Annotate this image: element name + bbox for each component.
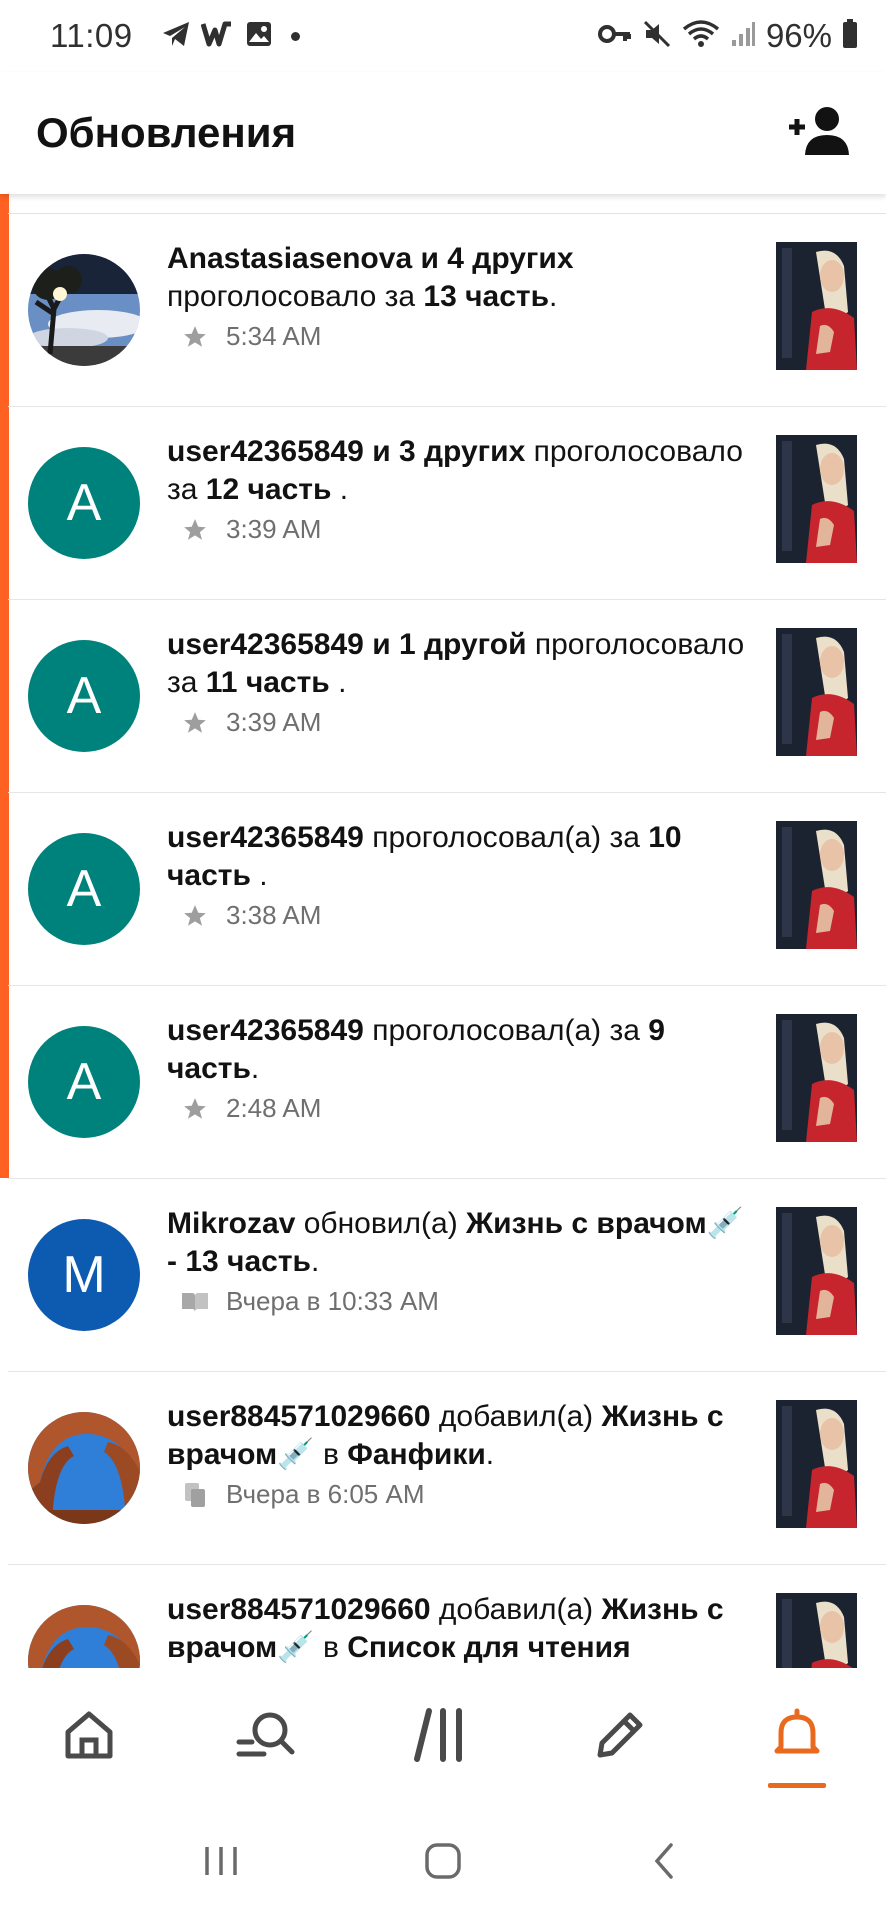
vpn-key-icon bbox=[597, 22, 632, 51]
timestamp: 2:48 AM bbox=[226, 1093, 322, 1123]
notification-meta: 3:39 AM bbox=[180, 514, 321, 545]
avatar[interactable] bbox=[28, 1412, 140, 1524]
story-cover[interactable] bbox=[776, 1207, 857, 1335]
status-time: 11:09 bbox=[50, 17, 133, 54]
timestamp: 3:39 AM bbox=[226, 707, 322, 737]
star-icon bbox=[180, 708, 210, 738]
gallery-icon bbox=[245, 20, 273, 53]
story-cover[interactable] bbox=[776, 1400, 857, 1528]
story-cover[interactable] bbox=[776, 1593, 857, 1668]
avatar[interactable]: A bbox=[28, 833, 140, 945]
notification-text: Anastasiasenova и 4 других проголосовало… bbox=[167, 242, 574, 313]
add-person-icon bbox=[785, 105, 849, 162]
notification-row[interactable]: A user42365849 проголосовал(а) за 9 част… bbox=[8, 986, 886, 1179]
signal-icon bbox=[730, 20, 756, 53]
home-icon bbox=[62, 1708, 116, 1767]
timestamp: 3:38 AM bbox=[226, 900, 322, 930]
story-cover[interactable] bbox=[776, 435, 857, 563]
notification-row[interactable]: A user42365849 проголосовал(а) за 10 час… bbox=[8, 793, 886, 986]
notification-row[interactable]: M Mikrozav обновил(а) Жизнь с врачом💉 - … bbox=[8, 1179, 886, 1372]
notification-text: Mikrozav обновил(а) Жизнь с врачом💉 - 13… bbox=[167, 1207, 745, 1278]
active-tab-indicator bbox=[768, 1783, 827, 1788]
wifi-icon bbox=[682, 19, 720, 54]
notification-meta: Вчера в 6:05 AM bbox=[180, 1479, 425, 1510]
battery-icon bbox=[842, 18, 858, 54]
timestamp: Вчера в 6:05 AM bbox=[226, 1479, 425, 1509]
library-icon bbox=[413, 1705, 473, 1770]
story-cover[interactable] bbox=[776, 628, 857, 756]
avatar[interactable]: A bbox=[28, 1026, 140, 1138]
copy-icon bbox=[180, 1480, 210, 1510]
timestamp: 3:39 AM bbox=[226, 514, 322, 544]
notification-row[interactable]: user884571029660 добавил(а) Жизнь с врач… bbox=[8, 1372, 886, 1565]
home-square-icon bbox=[423, 1841, 463, 1886]
avatar[interactable] bbox=[28, 1605, 140, 1668]
home-system-button[interactable] bbox=[413, 1833, 473, 1893]
wattpad-icon bbox=[200, 20, 235, 53]
bottom-navigation bbox=[0, 1668, 886, 1806]
nav-write[interactable] bbox=[532, 1668, 709, 1806]
story-cover[interactable] bbox=[776, 242, 857, 370]
star-icon bbox=[180, 901, 210, 931]
notification-meta: 5:34 AM bbox=[180, 321, 321, 352]
timestamp: 5:34 AM bbox=[226, 321, 322, 351]
avatar[interactable]: A bbox=[28, 447, 140, 559]
add-friend-button[interactable] bbox=[784, 105, 850, 161]
mute-icon bbox=[642, 19, 672, 54]
pencil-icon bbox=[592, 1707, 648, 1768]
battery-percent: 96% bbox=[765, 17, 832, 54]
story-cover[interactable] bbox=[776, 821, 857, 949]
book-icon bbox=[180, 1287, 210, 1317]
notification-row[interactable]: A user42365849 и 3 других проголосовало … bbox=[8, 407, 886, 600]
back-button[interactable] bbox=[635, 1833, 695, 1893]
star-icon bbox=[180, 515, 210, 545]
avatar[interactable] bbox=[28, 254, 140, 366]
notification-row[interactable]: A user42365849 и 1 другой проголосовало … bbox=[8, 600, 886, 793]
search-icon bbox=[236, 1708, 296, 1767]
nav-library[interactable] bbox=[354, 1668, 531, 1806]
more-notifications-dot bbox=[290, 31, 300, 41]
star-icon bbox=[180, 1094, 210, 1124]
star-icon bbox=[180, 322, 210, 352]
nav-notifications[interactable] bbox=[709, 1668, 886, 1806]
timestamp: Вчера в 10:33 AM bbox=[226, 1286, 439, 1316]
telegram-icon bbox=[161, 20, 191, 53]
notification-text: user42365849 и 1 другой проголосовало за… bbox=[167, 628, 745, 699]
notification-text: user884571029660 добавил(а) Жизнь с врач… bbox=[167, 1400, 724, 1471]
notification-meta: 3:39 AM bbox=[180, 707, 321, 738]
notification-text: user42365849 проголосовал(а) за 9 часть. bbox=[167, 1014, 665, 1085]
avatar[interactable]: A bbox=[28, 640, 140, 752]
avatar[interactable]: M bbox=[28, 1219, 140, 1331]
notification-row[interactable]: Anastasiasenova и 4 других проголосовало… bbox=[8, 214, 886, 407]
recent-apps-button[interactable] bbox=[191, 1833, 251, 1893]
system-navigation bbox=[0, 1806, 886, 1920]
notification-row[interactable]: user884571029660 добавил(а) Жизнь с врач… bbox=[8, 1565, 886, 1668]
notifications-feed[interactable]: Anastasiasenova и 4 других проголосовало… bbox=[0, 194, 886, 1668]
notification-meta: Вчера в 10:33 AM bbox=[180, 1286, 439, 1317]
notification-meta: 2:48 AM bbox=[180, 1093, 321, 1124]
notification-text: user42365849 и 3 других проголосовало за… bbox=[167, 435, 743, 506]
notification-text: user884571029660 добавил(а) Жизнь с врач… bbox=[167, 1593, 724, 1664]
story-cover[interactable] bbox=[776, 1014, 857, 1142]
page-title: Обновления bbox=[36, 109, 297, 156]
notification-text: user42365849 проголосовал(а) за 10 часть… bbox=[167, 821, 682, 892]
recents-icon bbox=[201, 1841, 241, 1886]
back-chevron-icon bbox=[645, 1841, 685, 1886]
nav-home[interactable] bbox=[0, 1668, 177, 1806]
app-bar: Обновления bbox=[0, 72, 886, 194]
bell-icon bbox=[769, 1707, 825, 1768]
nav-search[interactable] bbox=[177, 1668, 354, 1806]
status-bar: 11:09 96% bbox=[0, 0, 886, 72]
notification-meta: 3:38 AM bbox=[180, 900, 321, 931]
